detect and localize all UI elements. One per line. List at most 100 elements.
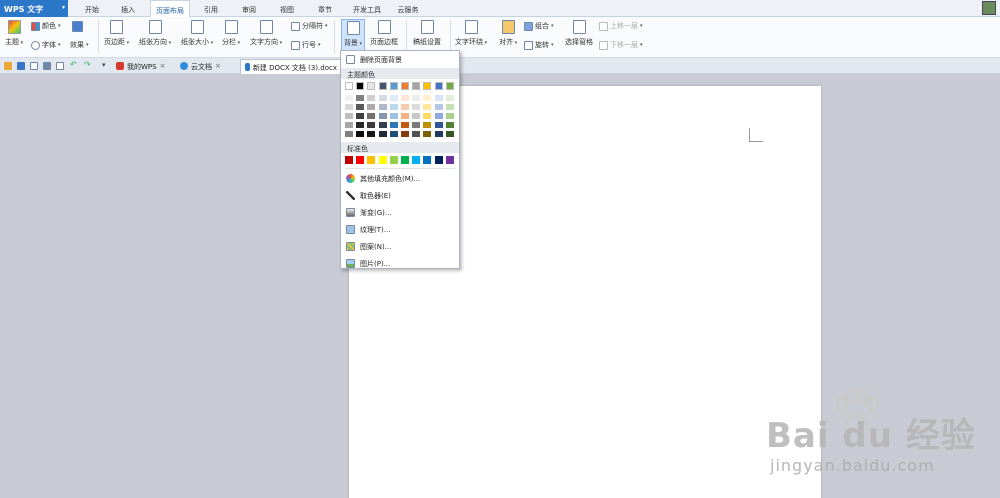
- print-preview-icon[interactable]: [56, 62, 64, 70]
- tab-cloud[interactable]: 云服务: [392, 0, 424, 17]
- undo-icon[interactable]: ↶: [70, 60, 78, 69]
- text-wrap-button[interactable]: 文字环绕 ▾: [455, 20, 487, 47]
- theme-shade-swatch[interactable]: [367, 104, 376, 110]
- theme-shade-swatch[interactable]: [389, 131, 398, 137]
- theme-shade-swatch[interactable]: [401, 122, 409, 128]
- theme-shade-swatch[interactable]: [445, 122, 454, 128]
- theme-shade-swatch[interactable]: [423, 122, 432, 128]
- theme-shade-swatch[interactable]: [389, 95, 398, 101]
- theme-shade-swatch[interactable]: [445, 104, 454, 110]
- standard-color-swatch[interactable]: [378, 156, 387, 164]
- rotate-button[interactable]: 旋转 ▾: [524, 40, 554, 50]
- pattern-item[interactable]: 图案(N)...: [341, 239, 459, 254]
- theme-color-swatch[interactable]: [367, 82, 376, 90]
- print-icon[interactable]: [43, 62, 51, 70]
- standard-color-swatch[interactable]: [356, 156, 365, 164]
- theme-shade-swatch[interactable]: [378, 104, 387, 110]
- save-icon[interactable]: [17, 62, 25, 70]
- theme-shade-swatch[interactable]: [412, 95, 421, 101]
- standard-color-swatch[interactable]: [423, 156, 432, 164]
- theme-shade-swatch[interactable]: [445, 113, 454, 119]
- theme-shade-swatch[interactable]: [356, 95, 365, 101]
- theme-button[interactable]: 主题 ▾: [5, 20, 23, 47]
- standard-color-swatch[interactable]: [401, 156, 409, 164]
- send-backward-button[interactable]: 下移一层 ▾: [599, 40, 643, 50]
- theme-shade-swatch[interactable]: [367, 131, 376, 137]
- theme-shade-swatch[interactable]: [389, 122, 398, 128]
- theme-color-swatch[interactable]: [412, 82, 421, 90]
- avatar[interactable]: [982, 1, 996, 15]
- text-direction-button[interactable]: 文字方向 ▾: [250, 20, 282, 47]
- theme-shade-swatch[interactable]: [412, 104, 421, 110]
- theme-shade-swatch[interactable]: [445, 131, 454, 137]
- tab-my-wps[interactable]: 我的WPS ×: [112, 59, 169, 74]
- theme-shade-swatch[interactable]: [345, 131, 353, 137]
- margins-button[interactable]: 页边距 ▾: [104, 20, 129, 47]
- close-icon[interactable]: ×: [160, 62, 166, 70]
- theme-shade-swatch[interactable]: [378, 95, 387, 101]
- tab-chapter[interactable]: 章节: [310, 0, 340, 17]
- standard-color-swatch[interactable]: [445, 156, 454, 164]
- texture-item[interactable]: 纹理(T)...: [341, 222, 459, 237]
- theme-shade-swatch[interactable]: [345, 95, 353, 101]
- page-border-button[interactable]: 页面边框: [370, 20, 398, 47]
- redo-icon[interactable]: ↷: [84, 60, 92, 69]
- theme-shade-swatch[interactable]: [434, 122, 443, 128]
- tab-current-document[interactable]: 新建 DOCX 文档 (3).docx: [240, 59, 342, 74]
- theme-shade-swatch[interactable]: [434, 95, 443, 101]
- line-numbers-button[interactable]: 行号 ▾: [291, 40, 321, 50]
- theme-shade-swatch[interactable]: [367, 95, 376, 101]
- theme-shade-swatch[interactable]: [401, 131, 409, 137]
- tab-cloud-docs[interactable]: 云文档 ×: [176, 59, 225, 74]
- theme-shade-swatch[interactable]: [389, 113, 398, 119]
- theme-shade-swatch[interactable]: [356, 131, 365, 137]
- remove-background-item[interactable]: 删除页面背景: [341, 52, 459, 67]
- effects-button[interactable]: 效果 ▾: [70, 40, 89, 50]
- theme-color-swatch[interactable]: [356, 82, 365, 90]
- fonts-button[interactable]: 字体 ▾: [31, 40, 61, 50]
- effects-icon-button[interactable]: [72, 21, 83, 32]
- theme-shade-swatch[interactable]: [401, 113, 409, 119]
- theme-shade-swatch[interactable]: [389, 104, 398, 110]
- theme-shade-swatch[interactable]: [367, 122, 376, 128]
- theme-shade-swatch[interactable]: [412, 131, 421, 137]
- picture-item[interactable]: 图片(P)...: [341, 256, 459, 271]
- standard-color-swatch[interactable]: [412, 156, 421, 164]
- theme-shade-swatch[interactable]: [434, 131, 443, 137]
- theme-shade-swatch[interactable]: [401, 95, 409, 101]
- standard-color-swatch[interactable]: [389, 156, 398, 164]
- theme-shade-swatch[interactable]: [356, 104, 365, 110]
- theme-color-swatch[interactable]: [345, 82, 353, 90]
- standard-color-swatch[interactable]: [434, 156, 443, 164]
- standard-color-swatch[interactable]: [345, 156, 353, 164]
- tab-list-chevron-icon[interactable]: ▾: [102, 61, 110, 69]
- theme-shade-swatch[interactable]: [378, 131, 387, 137]
- theme-shade-swatch[interactable]: [423, 113, 432, 119]
- tab-view[interactable]: 视图: [272, 0, 302, 17]
- theme-shade-swatch[interactable]: [412, 122, 421, 128]
- theme-shade-swatch[interactable]: [401, 104, 409, 110]
- theme-shade-swatch[interactable]: [445, 95, 454, 101]
- colors-button[interactable]: 颜色 ▾: [31, 21, 61, 31]
- theme-color-swatch[interactable]: [423, 82, 432, 90]
- theme-shade-swatch[interactable]: [378, 122, 387, 128]
- theme-color-swatch[interactable]: [378, 82, 387, 90]
- theme-shade-swatch[interactable]: [423, 131, 432, 137]
- group-button[interactable]: 组合 ▾: [524, 21, 554, 31]
- theme-shade-swatch[interactable]: [412, 113, 421, 119]
- theme-color-swatch[interactable]: [389, 82, 398, 90]
- standard-color-swatch[interactable]: [367, 156, 376, 164]
- tab-review[interactable]: 审阅: [234, 0, 264, 17]
- theme-shade-swatch[interactable]: [423, 104, 432, 110]
- theme-shade-swatch[interactable]: [345, 104, 353, 110]
- more-colors-item[interactable]: 其他填充颜色(M)...: [341, 171, 459, 186]
- bring-forward-button[interactable]: 上移一层 ▾: [599, 21, 643, 31]
- eyedropper-item[interactable]: 取色器(E): [341, 188, 459, 203]
- theme-color-swatch[interactable]: [434, 82, 443, 90]
- theme-shade-swatch[interactable]: [434, 113, 443, 119]
- tab-references[interactable]: 引用: [196, 0, 226, 17]
- tab-developer[interactable]: 开发工具: [348, 0, 386, 17]
- theme-shade-swatch[interactable]: [345, 113, 353, 119]
- theme-shade-swatch[interactable]: [378, 113, 387, 119]
- draft-settings-button[interactable]: 稿纸设置: [413, 20, 441, 47]
